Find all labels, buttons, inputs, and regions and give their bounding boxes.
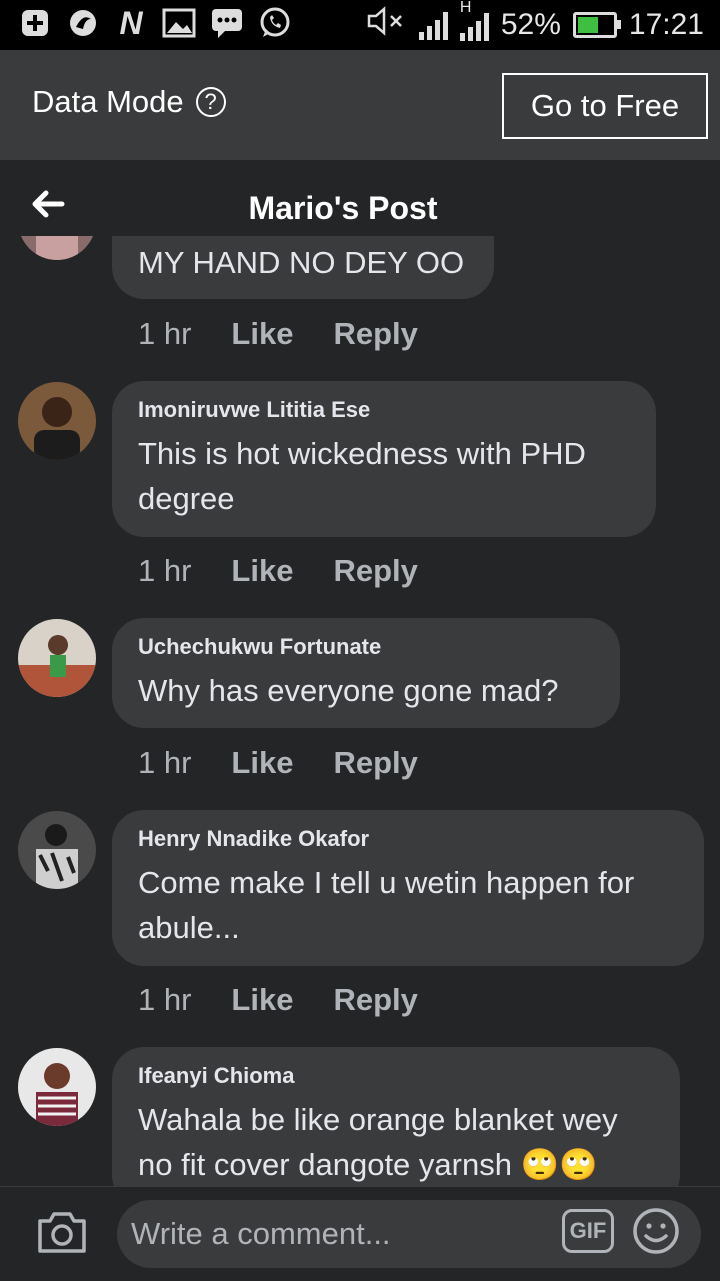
- page-title: Mario's Post: [248, 190, 438, 226]
- camera-icon[interactable]: [36, 1209, 88, 1255]
- battery-icon: [572, 12, 621, 38]
- clock: 17:21: [628, 8, 704, 41]
- gallery-icon: [162, 6, 196, 40]
- gif-icon[interactable]: GIF: [562, 1209, 614, 1253]
- comment-text: Come make I tell u wetin happen for abul…: [138, 865, 635, 945]
- like-button[interactable]: Like: [231, 316, 293, 352]
- status-bar: N H 52% 17:21: [0, 0, 720, 50]
- avatar[interactable]: [18, 1048, 96, 1126]
- comment-text: This is hot wickedness with PHD degree: [138, 436, 586, 516]
- eye-roll-emoji: 🙄🙄: [520, 1147, 598, 1182]
- reply-button[interactable]: Reply: [333, 745, 417, 781]
- comment-text: MY HAND NO DEY OO: [138, 245, 465, 280]
- comment-actions: 1 hr Like Reply: [138, 316, 418, 352]
- comment-author[interactable]: Imoniruvwe Lititia Ese: [138, 397, 630, 423]
- comment-author[interactable]: Henry Nnadike Okafor: [138, 826, 678, 852]
- network-type: H: [459, 0, 472, 16]
- app-icon: [66, 6, 100, 40]
- signal-icon: [418, 10, 448, 40]
- comment-bubble[interactable]: Imoniruvwe Lititia Ese This is hot wicke…: [112, 381, 656, 537]
- comment-bubble[interactable]: Henry Nnadike Okafor Come make I tell u …: [112, 810, 704, 966]
- comment-bubble[interactable]: MY HAND NO DEY OO: [112, 236, 494, 299]
- data-mode-banner: Data Mode ? Go to Free: [0, 50, 720, 160]
- data-mode[interactable]: Data Mode ?: [32, 84, 226, 120]
- reply-button[interactable]: Reply: [333, 553, 417, 589]
- comment-actions: 1 hr Like Reply: [138, 553, 418, 589]
- comment-actions: 1 hr Like Reply: [138, 982, 418, 1018]
- avatar[interactable]: [18, 811, 96, 889]
- add-icon: [18, 6, 52, 40]
- avatar[interactable]: [18, 382, 96, 460]
- comment-author[interactable]: Ifeanyi Chioma: [138, 1063, 654, 1089]
- comment-time: 1 hr: [138, 982, 192, 1017]
- n-icon: N: [119, 4, 143, 41]
- go-to-free-button[interactable]: Go to Free: [502, 73, 708, 139]
- emoji-icon[interactable]: [632, 1207, 680, 1255]
- comment-text: Wahala be like orange blanket wey no fit…: [138, 1097, 654, 1186]
- mute-icon: [367, 6, 407, 44]
- data-mode-label: Data Mode: [32, 84, 184, 119]
- avatar[interactable]: [18, 619, 96, 697]
- like-button[interactable]: Like: [231, 553, 293, 589]
- like-button[interactable]: Like: [231, 745, 293, 781]
- battery-level: [577, 17, 598, 33]
- battery-percent: 52%: [500, 8, 561, 41]
- signal-h-icon: H: [459, 0, 489, 41]
- reply-button[interactable]: Reply: [333, 316, 417, 352]
- comment-bubble[interactable]: Ifeanyi Chioma Wahala be like orange bla…: [112, 1047, 680, 1186]
- comments-feed[interactable]: MY HAND NO DEY OO 1 hr Like Reply Imonir…: [0, 236, 720, 1186]
- like-button[interactable]: Like: [231, 982, 293, 1018]
- whatsapp-icon: [258, 6, 292, 40]
- comment-text: Why has everyone gone mad?: [138, 673, 559, 708]
- help-icon[interactable]: ?: [195, 87, 226, 117]
- comment-time: 1 hr: [138, 745, 192, 780]
- comment-bubble[interactable]: Uchechukwu Fortunate Why has everyone go…: [112, 618, 620, 728]
- comment-author[interactable]: Uchechukwu Fortunate: [138, 634, 594, 660]
- reply-button[interactable]: Reply: [333, 982, 417, 1018]
- comment-composer: Write a comment... GIF: [0, 1186, 720, 1281]
- comment-time: 1 hr: [138, 553, 192, 588]
- comment-actions: 1 hr Like Reply: [138, 745, 418, 781]
- avatar[interactable]: [18, 236, 96, 260]
- comment-time: 1 hr: [138, 316, 192, 351]
- message-icon: [210, 6, 244, 40]
